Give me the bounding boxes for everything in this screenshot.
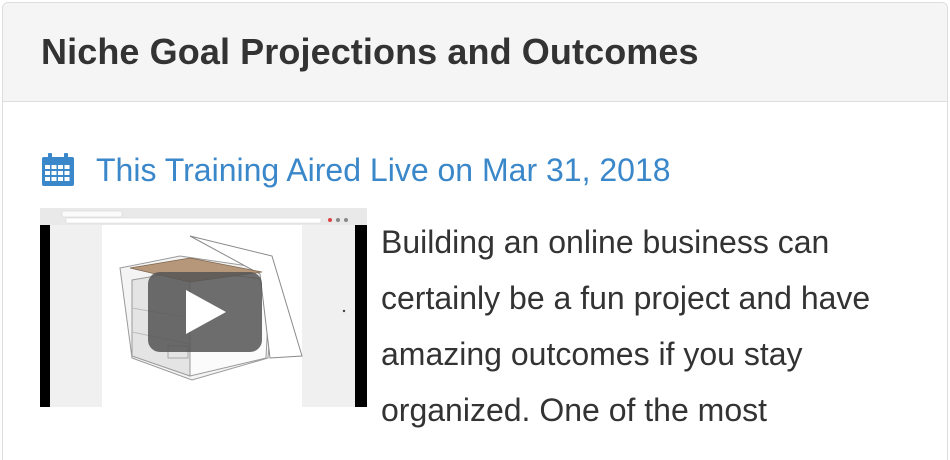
play-icon[interactable] [148,272,262,352]
card-header: Niche Goal Projections and Outcomes [3,3,947,102]
aired-date-link[interactable]: This Training Aired Live on Mar 31, 2018 [96,152,671,189]
calendar-icon [42,153,74,186]
video-thumbnail[interactable] [40,208,367,407]
card-title: Niche Goal Projections and Outcomes [41,31,699,72]
training-card: Niche Goal Projections and Outcomes This… [2,2,948,460]
aired-date-line: This Training Aired Live on Mar 31, 2018 [40,145,671,195]
training-summary: Building an online business can certainl… [381,224,871,428]
